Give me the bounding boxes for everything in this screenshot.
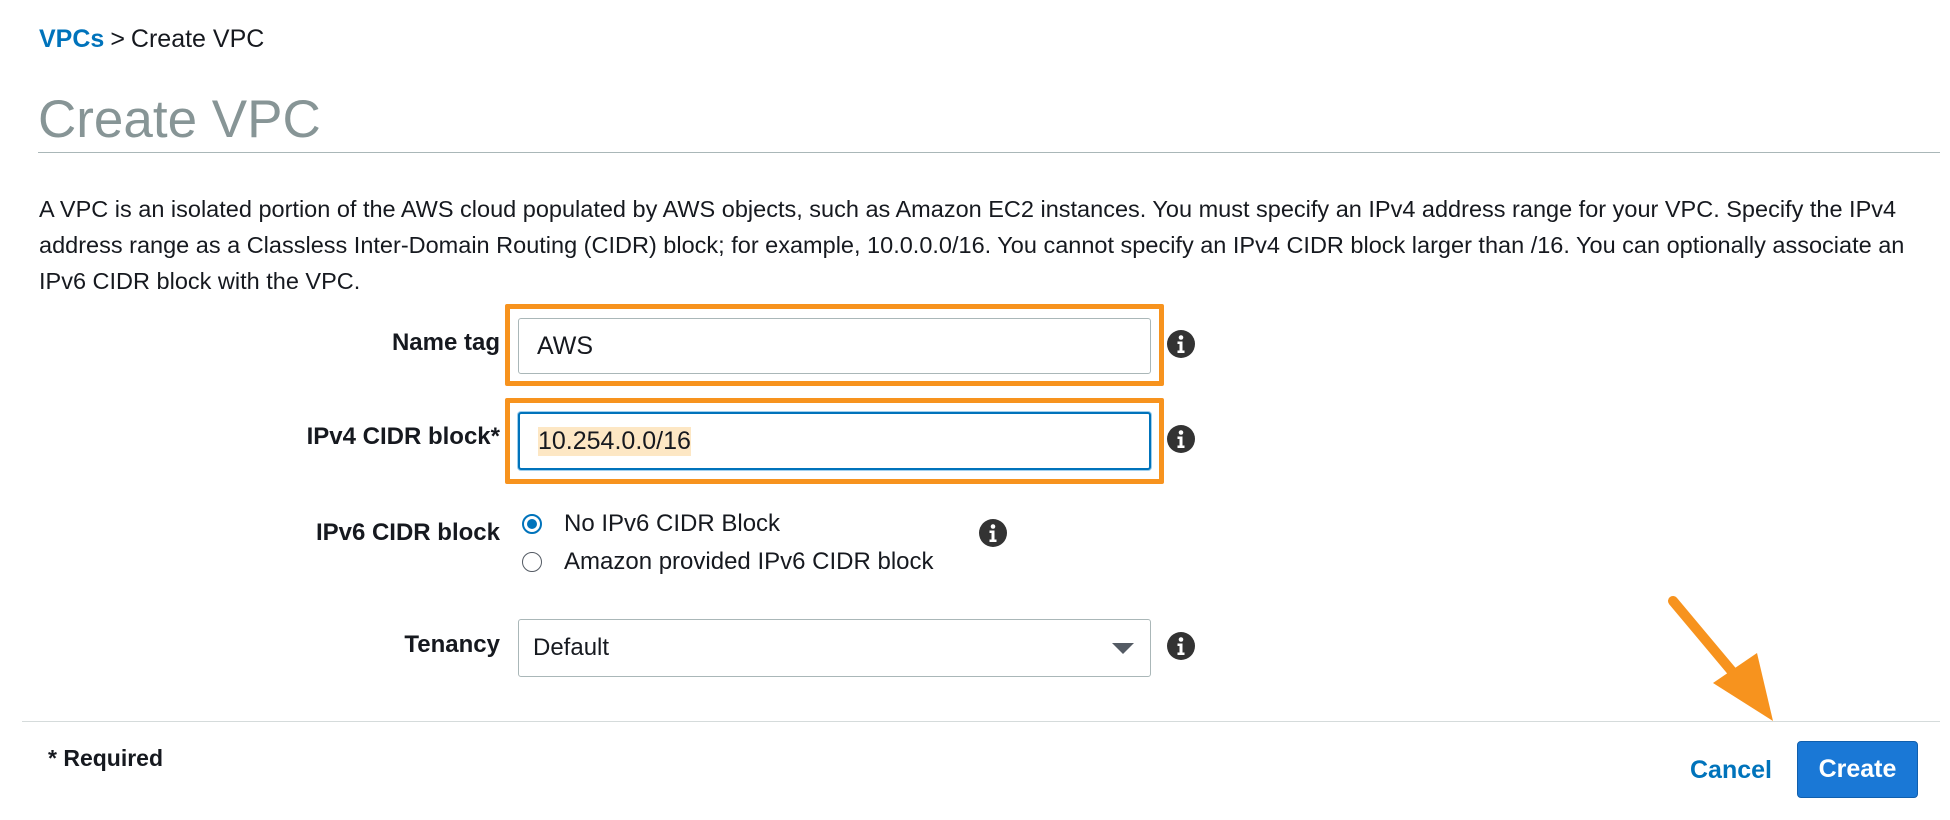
name-tag-value: AWS [537,331,594,360]
info-icon[interactable] [1166,424,1196,454]
ipv4-cidr-input[interactable]: 10.254.0.0/16 [518,412,1151,470]
page-description: A VPC is an isolated portion of the AWS … [39,196,1905,294]
create-vpc-page: VPCs > Create VPC Create VPC A VPC is an i… [0,0,1950,820]
ipv6-option-amazon[interactable]: Amazon provided IPv6 CIDR block [522,548,934,576]
footer-divider [22,721,1940,722]
title-divider [38,152,1940,153]
breadcrumb-link-vpcs[interactable]: VPCs [39,25,104,53]
breadcrumb: VPCs > Create VPC [39,24,264,54]
ipv6-option-none-label: No IPv6 CIDR Block [564,510,781,537]
tenancy-select[interactable]: Default [518,619,1151,677]
info-icon[interactable] [1166,329,1196,359]
breadcrumb-current: Create VPC [130,25,265,53]
info-icon[interactable] [978,518,1008,548]
ipv4-cidr-value: 10.254.0.0/16 [538,426,691,456]
ipv4-cidr-label: IPv4 CIDR block* [306,423,500,450]
page-title: Create VPC [38,90,321,149]
cancel-button[interactable]: Cancel [1690,756,1772,785]
required-note: * Required [48,745,164,771]
create-button[interactable]: Create [1797,741,1918,798]
ipv6-cidr-label: IPv6 CIDR block [315,519,500,546]
ipv6-option-amazon-label: Amazon provided IPv6 CIDR block [564,548,934,575]
radio-button-checked[interactable] [522,514,542,534]
ipv6-option-none[interactable]: No IPv6 CIDR Block [522,510,780,538]
breadcrumb-separator: > [110,25,125,53]
name-tag-input[interactable]: AWS [518,318,1151,374]
info-icon[interactable] [1166,631,1196,661]
radio-button[interactable] [522,552,542,572]
arrow-icon [1668,596,1773,721]
name-tag-label: Name tag [391,329,500,356]
chevron-down-icon [1112,643,1134,654]
tenancy-label: Tenancy [404,631,500,658]
tenancy-value: Default [533,634,610,661]
